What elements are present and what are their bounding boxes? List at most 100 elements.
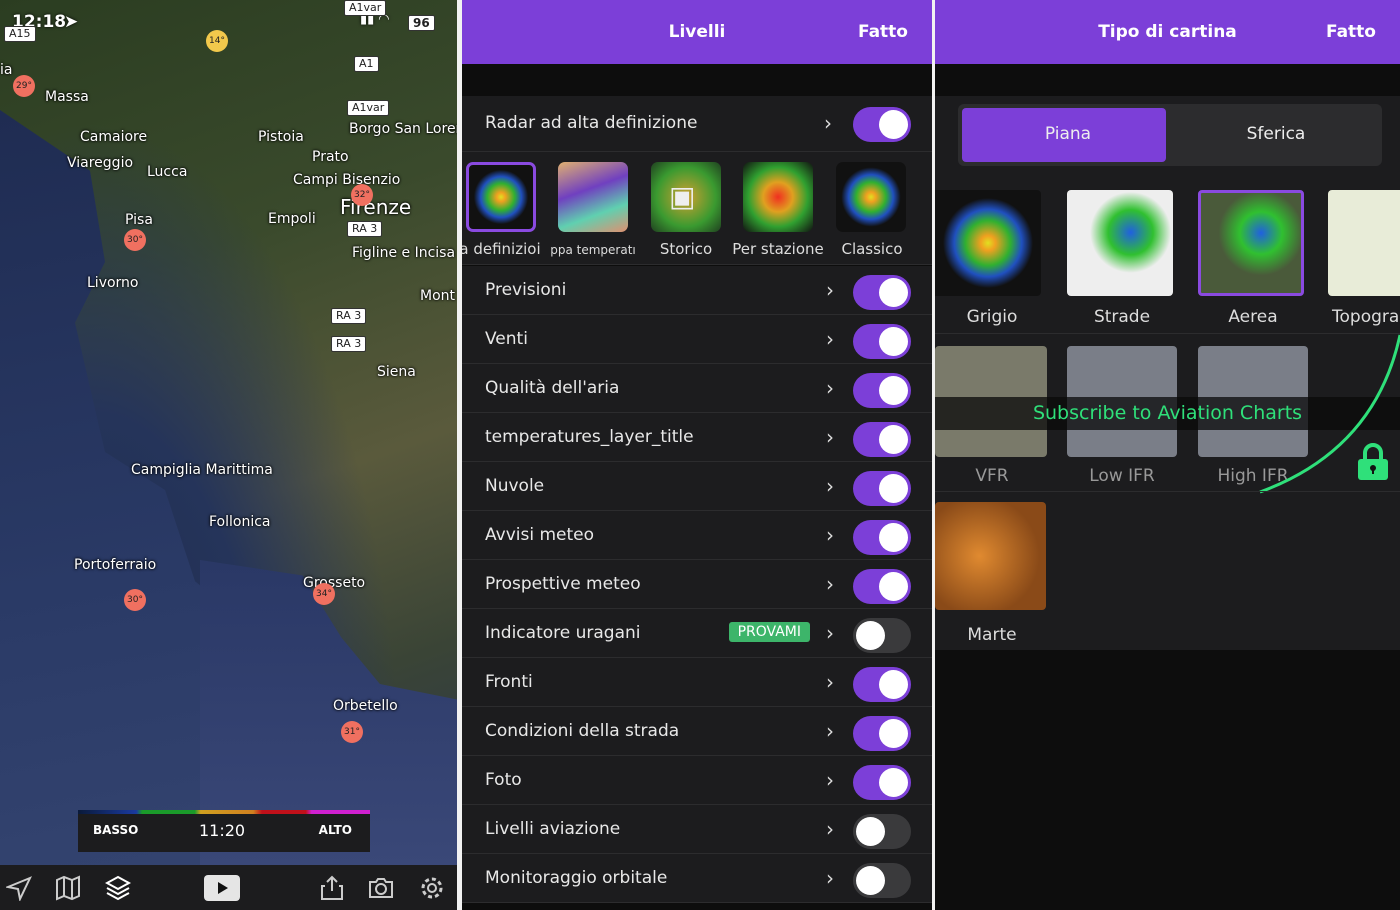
layer-toggle[interactable]	[853, 422, 911, 457]
layer-toggle[interactable]	[853, 107, 911, 142]
share-icon[interactable]	[319, 875, 345, 901]
temperature-marker[interactable]: 31°	[341, 721, 363, 743]
layer-name: Fronti	[485, 672, 533, 692]
layer-row[interactable]: temperatures_layer_title ›	[462, 413, 932, 462]
chevron-right-icon[interactable]: ›	[826, 719, 834, 743]
layer-toggle[interactable]	[853, 863, 911, 898]
temperature-marker[interactable]: 34°	[313, 583, 335, 605]
layer-row[interactable]: Monitoraggio orbitale ›	[462, 854, 932, 903]
temperature-marker[interactable]: 30°	[124, 229, 146, 251]
layer-row[interactable]: Avvisi meteo ›	[462, 511, 932, 560]
layer-name: Condizioni della strada	[485, 721, 680, 741]
temperature-marker[interactable]: 14°	[206, 30, 228, 52]
map-type-label: Strade	[1093, 307, 1151, 327]
layer-row[interactable]: Nuvole ›	[462, 462, 932, 511]
radar-thumb-temperature[interactable]	[558, 162, 628, 232]
map-thumb-topo[interactable]	[1328, 190, 1400, 296]
map-label: Viareggio	[67, 155, 134, 171]
radar-map[interactable]: 12:18 ➤ ▮▮ ◠ 96 ia Massa Camaiore Viareg…	[0, 0, 457, 910]
layer-name: Avvisi meteo	[485, 525, 595, 545]
road-shield: RA 3	[347, 221, 383, 237]
radar-thumb-station[interactable]	[743, 162, 813, 232]
chevron-right-icon[interactable]: ›	[826, 523, 834, 547]
chevron-right-icon[interactable]: ›	[824, 111, 832, 135]
calendar-history-icon: ▣	[669, 180, 696, 213]
layer-row[interactable]: Livelli aviazione ›	[462, 805, 932, 854]
settings-gear-icon[interactable]	[419, 875, 445, 901]
chevron-right-icon[interactable]: ›	[826, 278, 834, 302]
chevron-right-icon[interactable]: ›	[826, 327, 834, 351]
layer-toggle[interactable]	[853, 324, 911, 359]
layer-row[interactable]: Qualità dell'aria ›	[462, 364, 932, 413]
map-label: Empoli	[268, 211, 316, 227]
navigation-arrow-icon[interactable]	[6, 875, 32, 901]
map-label: Borgo San Loren	[349, 121, 457, 137]
layer-toggle[interactable]	[853, 814, 911, 849]
layer-toggle[interactable]	[853, 569, 911, 604]
chevron-right-icon[interactable]: ›	[826, 474, 834, 498]
temperature-marker[interactable]: 32°	[351, 184, 373, 206]
aviation-label: VFR	[975, 466, 1009, 486]
radar-thumb-classic[interactable]	[836, 162, 906, 232]
map-label: Portoferraio	[74, 557, 157, 573]
layer-name: temperatures_layer_title	[485, 427, 694, 447]
map-icon[interactable]	[55, 875, 81, 901]
map-label: Pistoia	[258, 129, 304, 145]
layer-toggle[interactable]	[853, 765, 911, 800]
layer-row[interactable]: Previsioni ›	[462, 266, 932, 315]
chevron-right-icon[interactable]: ›	[826, 621, 834, 645]
camera-icon[interactable]	[368, 875, 394, 901]
radar-thumb-hd[interactable]	[466, 162, 536, 232]
segment-sphere[interactable]: Sferica	[1170, 124, 1382, 144]
chevron-right-icon[interactable]: ›	[826, 866, 834, 890]
map-label: Camaiore	[80, 129, 148, 145]
map-thumb-mars[interactable]	[935, 502, 1046, 610]
lock-icon[interactable]	[1356, 443, 1390, 481]
map-thumb-aerial[interactable]	[1198, 190, 1304, 296]
radar-type-label: ppa temperatı	[550, 243, 636, 257]
temperature-marker[interactable]: 30°	[124, 589, 146, 611]
chevron-right-icon[interactable]: ›	[826, 572, 834, 596]
play-button[interactable]	[204, 875, 240, 901]
map-label: Orbetello	[333, 698, 398, 714]
layer-row-radar[interactable]: Radar ad alta definizione ›	[462, 96, 932, 152]
chevron-right-icon[interactable]: ›	[826, 425, 834, 449]
layer-toggle[interactable]	[853, 716, 911, 751]
layer-toggle[interactable]	[853, 471, 911, 506]
map-thumb-grey[interactable]	[935, 190, 1041, 296]
layer-name: Venti	[485, 329, 528, 349]
temperature-marker[interactable]: 29°	[13, 75, 35, 97]
done-button[interactable]: Fatto	[858, 22, 908, 42]
map-type-label: Grigio	[966, 307, 1018, 327]
layer-row[interactable]: Fronti ›	[462, 658, 932, 707]
projection-segmented-control[interactable]: Piana Sferica	[958, 104, 1382, 166]
layer-row[interactable]: Condizioni della strada ›	[462, 707, 932, 756]
radar-thumb-history[interactable]: ▣	[651, 162, 721, 232]
chevron-right-icon[interactable]: ›	[826, 670, 834, 694]
map-thumb-streets[interactable]	[1067, 190, 1173, 296]
layers-icon[interactable]	[105, 875, 131, 901]
done-button[interactable]: Fatto	[1326, 22, 1376, 42]
layer-toggle[interactable]	[853, 275, 911, 310]
layer-row[interactable]: Indicatore uragani PROVAMI ›	[462, 609, 932, 658]
radar-legend[interactable]: BASSO 11:20 ALTO	[78, 810, 370, 852]
chevron-right-icon[interactable]: ›	[826, 376, 834, 400]
layer-row[interactable]: Prospettive meteo ›	[462, 560, 932, 609]
layer-toggle[interactable]	[853, 373, 911, 408]
chevron-right-icon[interactable]: ›	[826, 768, 834, 792]
map-label: Livorno	[87, 275, 139, 291]
segment-flat[interactable]: Piana	[962, 124, 1174, 144]
layer-name: Qualità dell'aria	[485, 378, 620, 398]
map-label: Campiglia Marittima	[131, 462, 273, 478]
map-label: Figline e Incisa V	[352, 245, 457, 261]
layer-toggle[interactable]	[853, 618, 911, 653]
chevron-right-icon[interactable]: ›	[826, 817, 834, 841]
layers-header: Livelli Fatto	[462, 0, 932, 64]
try-badge[interactable]: PROVAMI	[728, 622, 810, 642]
layer-toggle[interactable]	[853, 520, 911, 555]
layer-row[interactable]: Foto ›	[462, 756, 932, 805]
radar-type-label: Classico	[841, 240, 903, 258]
layer-toggle[interactable]	[853, 667, 911, 702]
map-label: ia	[0, 62, 13, 78]
layer-row[interactable]: Venti ›	[462, 315, 932, 364]
